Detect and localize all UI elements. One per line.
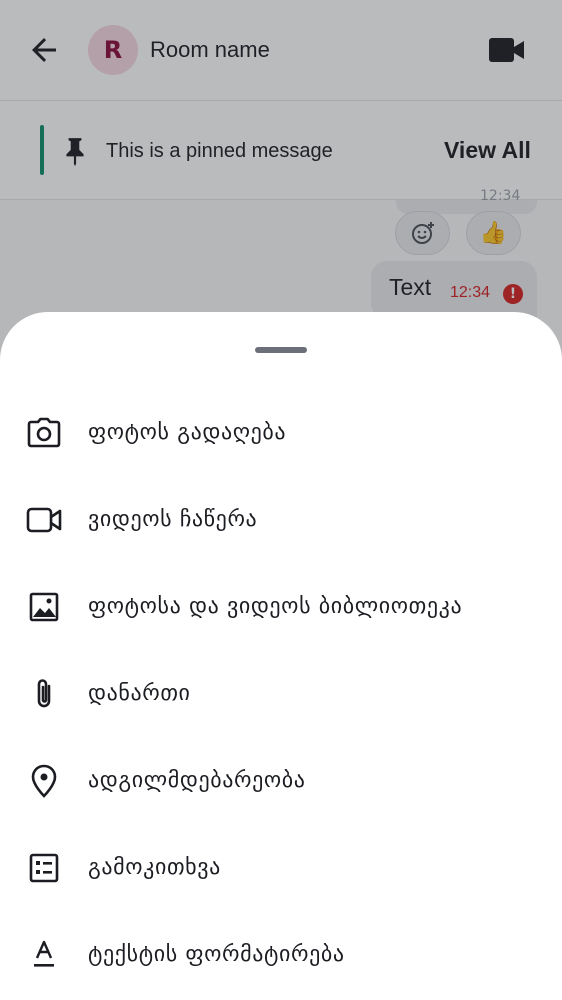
menu-item-location[interactable]: ადგილმდებარეობა [0,738,562,824]
menu-item-attachment[interactable]: დანართი [0,651,562,737]
menu-item-take-photo[interactable]: ფოტოს გადაღება [0,390,562,476]
menu-item-text-formatting[interactable]: ტექსტის ფორმატირება [0,912,562,998]
menu-item-poll[interactable]: გამოკითხვა [0,825,562,911]
menu-item-label: ადგილმდებარეობა [88,768,306,793]
menu-item-photo-video-library[interactable]: ფოტოსა და ვიდეოს ბიბლიოთეკა [0,564,562,650]
menu-item-label: გამოკითხვა [88,855,221,880]
image-gallery-icon [26,589,62,625]
camera-icon [26,415,62,451]
drag-handle[interactable] [255,347,307,353]
menu-item-label: ფოტოს გადაღება [88,420,287,445]
menu-item-label: ფოტოსა და ვიდეოს ბიბლიოთეკა [88,594,463,619]
attachment-bottom-sheet: ფოტოს გადაღება ვიდეოს ჩაწერა ფოტოსა და ვ… [0,312,562,1000]
menu-item-label: ტექსტის ფორმატირება [88,942,345,967]
poll-icon [26,850,62,886]
menu-item-label: ვიდეოს ჩაწერა [88,507,258,532]
menu-item-label: დანართი [88,681,191,706]
text-formatting-icon [26,937,62,973]
attachment-icon [26,676,62,712]
menu-item-record-video[interactable]: ვიდეოს ჩაწერა [0,477,562,563]
location-pin-icon [26,763,62,799]
video-camera-icon [26,502,62,538]
